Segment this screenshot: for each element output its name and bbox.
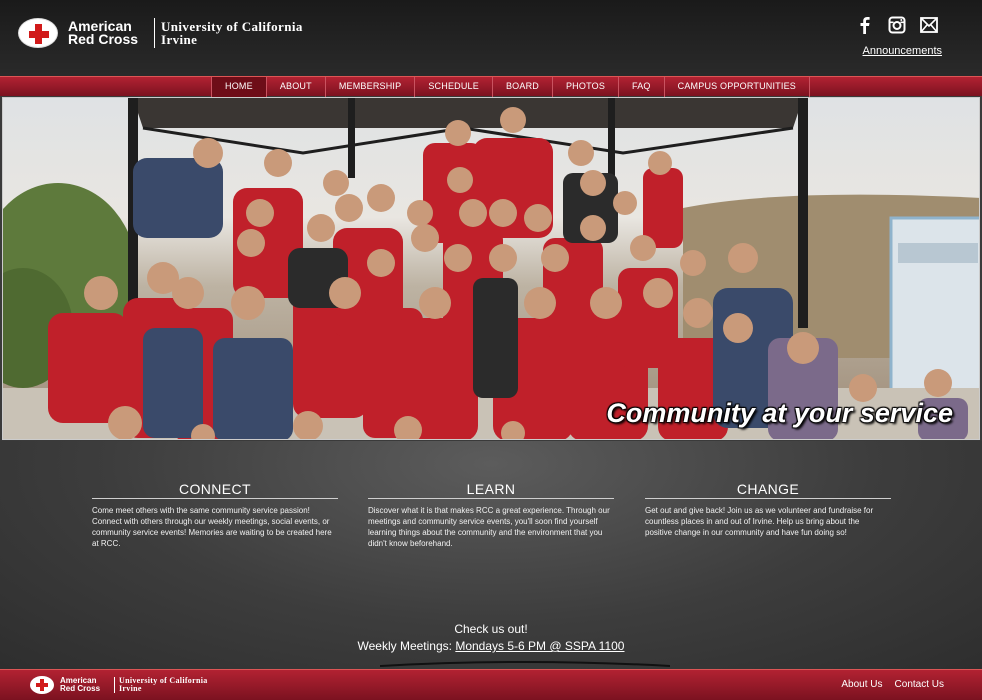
decorative-swoosh [380, 661, 670, 667]
connect-column: CONNECT Come meet others with the same c… [92, 481, 338, 549]
hero-tagline: Community at your service [606, 398, 953, 428]
red-cross-icon [18, 18, 58, 48]
logo-org-line2: Red Cross [68, 31, 139, 47]
hero-banner: Community at your service [2, 97, 980, 440]
logo-univ-line2: Irvine [161, 32, 198, 47]
site-logo[interactable]: American Red Cross University of Califor… [18, 18, 303, 48]
nav-item-board[interactable]: BOARD [493, 77, 553, 97]
content-section: CONNECT Come meet others with the same c… [0, 441, 982, 669]
logo-university-name: University of California Irvine [161, 20, 303, 46]
footer-org-line2: Red Cross [60, 684, 101, 693]
meeting-callout: Check us out! Weekly Meetings: Mondays 5… [0, 621, 982, 655]
connect-body: Come meet others with the same community… [92, 506, 332, 548]
nav-item-membership[interactable]: MEMBERSHIP [326, 77, 416, 97]
footer-univ-line2: Irvine [119, 684, 142, 693]
main-nav: HOME ABOUT MEMBERSHIP SCHEDULE BOARD PHOTOS FA… [0, 76, 982, 97]
meeting-time-link[interactable]: Mondays 5-6 PM @ SSPA 1100 [455, 639, 624, 653]
instagram-icon[interactable] [888, 16, 906, 34]
learn-body: Discover what it is that makes RCC a gre… [368, 506, 610, 548]
change-body: Get out and give back! Join us as we vol… [645, 506, 874, 537]
announcements-link[interactable]: Announcements [863, 45, 943, 57]
nav-item-home[interactable]: HOME [211, 77, 267, 97]
logo-divider [154, 18, 155, 48]
weekly-meetings-line: Weekly Meetings: Mondays 5-6 PM @ SSPA 1… [0, 638, 982, 655]
site-header: American Red Cross University of Califor… [0, 0, 982, 76]
logo-org-name: American Red Cross [68, 19, 150, 47]
footer-org-name: American Red Cross [60, 677, 112, 693]
change-column: CHANGE Get out and give back! Join us as… [645, 481, 891, 538]
site-footer: American Red Cross University of Califor… [0, 669, 982, 700]
social-links [856, 16, 938, 34]
contact-us-link[interactable]: Contact Us [895, 679, 944, 690]
footer-logo[interactable]: American Red Cross University of Califor… [30, 676, 208, 694]
footer-university-name: University of California Irvine [119, 677, 208, 693]
footer-links: About Us Contact Us [841, 679, 944, 690]
nav-item-faq[interactable]: FAQ [619, 77, 665, 97]
learn-title: LEARN [368, 481, 614, 499]
about-us-link[interactable]: About Us [841, 679, 882, 690]
connect-title: CONNECT [92, 481, 338, 499]
nav-items: HOME ABOUT MEMBERSHIP SCHEDULE BOARD PHOTOS FA… [211, 77, 810, 97]
nav-item-schedule[interactable]: SCHEDULE [415, 77, 493, 97]
nav-item-photos[interactable]: PHOTOS [553, 77, 620, 97]
nav-item-campus-opportunities[interactable]: CAMPUS OPPORTUNITIES [665, 77, 810, 97]
check-us-out-text: Check us out! [454, 622, 528, 636]
change-title: CHANGE [645, 481, 891, 499]
email-icon[interactable] [920, 16, 938, 34]
footer-red-cross-icon [30, 676, 54, 694]
facebook-icon[interactable] [856, 16, 874, 34]
learn-column: LEARN Discover what it is that makes RCC… [368, 481, 614, 549]
weekly-meetings-label: Weekly Meetings: [357, 639, 456, 653]
footer-logo-divider [114, 677, 115, 693]
nav-item-about[interactable]: ABOUT [267, 77, 326, 97]
hero-photo [3, 98, 979, 439]
